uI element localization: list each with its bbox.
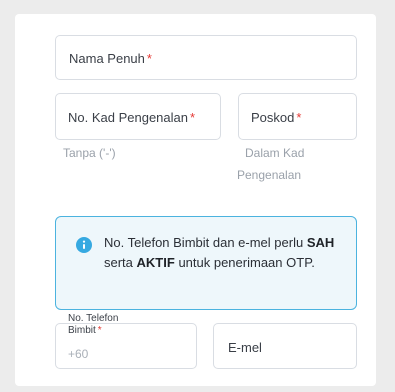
postcode-field[interactable]: Poskod *	[238, 93, 357, 140]
info-notice: No. Telefon Bimbit dan e-mel perlu SAH s…	[55, 216, 357, 310]
email-field[interactable]: E-mel	[213, 323, 357, 369]
postcode-label: Poskod *	[251, 110, 302, 125]
full-name-label: Nama Penuh *	[69, 51, 152, 66]
required-mark: *	[296, 110, 302, 125]
email-label: E-mel	[228, 340, 262, 355]
postcode-helper-line1: Dalam Kad	[245, 146, 305, 160]
ic-number-field[interactable]: No. Kad Pengenalan *	[55, 93, 221, 140]
info-circle-icon	[76, 237, 92, 253]
ic-number-label: No. Kad Pengenalan *	[68, 110, 196, 125]
full-name-field[interactable]: Nama Penuh *	[55, 35, 357, 80]
required-mark: *	[189, 110, 196, 125]
phone-label: No. Telefon Bimbit *	[68, 313, 119, 337]
required-mark: *	[146, 51, 152, 66]
required-mark: *	[97, 325, 102, 336]
postcode-helper-line2: Pengenalan	[237, 168, 302, 182]
notice-text: No. Telefon Bimbit dan e-mel perlu SAH s…	[104, 235, 335, 270]
ic-number-helper: Tanpa ('-')	[63, 146, 116, 160]
phone-prefix: +60	[68, 347, 89, 361]
